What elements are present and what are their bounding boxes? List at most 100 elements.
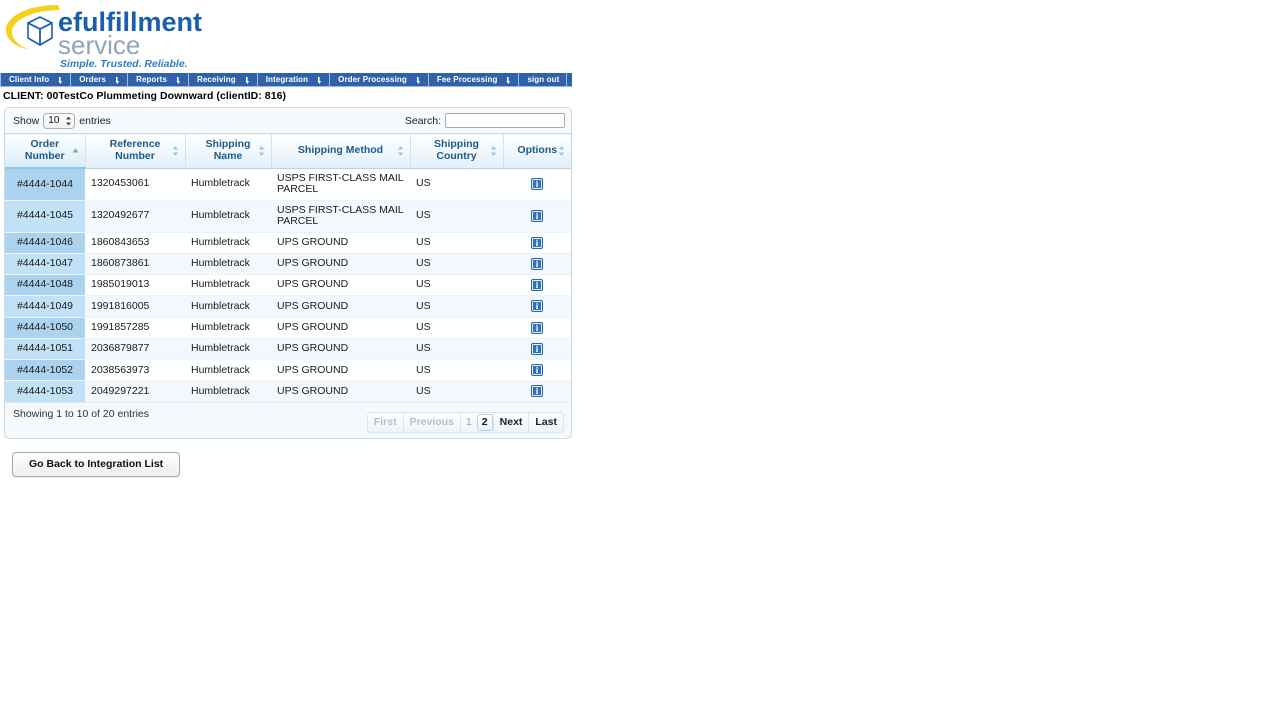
site-logo[interactable]: efulfillment service Simple. Trusted. Re…: [0, 0, 260, 72]
info-icon[interactable]: i: [531, 177, 543, 190]
info-icon[interactable]: i: [531, 257, 543, 270]
pagination-2[interactable]: 2: [476, 413, 493, 431]
nav-label: Receiving: [197, 74, 236, 84]
table-row[interactable]: #4444-1045 1320492677 Humbletrack USPS FIRS…: [5, 199, 571, 232]
cell-shipping-method: UPS GROUND: [271, 274, 410, 296]
cell-shipping-method: UPS GROUND: [271, 295, 410, 318]
cell-reference-number: 1985019013: [85, 274, 185, 296]
column-header-reference-number[interactable]: Reference Number: [84, 133, 185, 169]
cell-options: i: [503, 380, 571, 402]
info-icon[interactable]: i: [531, 300, 543, 313]
info-icon[interactable]: i: [531, 279, 543, 292]
page-length-select-wrap[interactable]: 102550100: [43, 112, 76, 129]
sort-both-icon: [258, 145, 265, 156]
info-icon[interactable]: i: [531, 236, 543, 249]
sort-both-icon: [172, 145, 179, 156]
pagination-first: First: [373, 415, 397, 428]
info-icon[interactable]: i: [531, 321, 543, 334]
nav-label: Orders: [79, 74, 107, 84]
cell-options: i: [503, 359, 571, 381]
search-control[interactable]: Search:: [405, 113, 565, 128]
client-header: CLIENT: 00TestCo Plummeting Downward (cl…: [3, 90, 287, 102]
column-header-options[interactable]: Options: [502, 133, 571, 169]
cell-reference-number: 2038563973: [85, 359, 185, 381]
cell-shipping-country: US: [410, 380, 503, 402]
nav-item-client-info[interactable]: Client Info: [0, 73, 72, 86]
nav-label: sign out: [527, 74, 560, 84]
pagination[interactable]: First Previous 1 2 Next Last: [366, 411, 564, 433]
cell-shipping-country: US: [410, 337, 503, 360]
table-body: #4444-1044 1320453061 Humbletrack USPS FIRS…: [5, 167, 571, 402]
info-icon[interactable]: i: [531, 342, 543, 355]
table-header-row: Order Number Reference Number Shipping N…: [5, 133, 571, 169]
pagination-next[interactable]: Next: [492, 412, 529, 432]
datatable-toolbar: Show 102550100 entries Search:: [5, 108, 571, 133]
table-row[interactable]: #4444-1048 1985019013 Humbletrack UPS GROUN…: [5, 274, 571, 296]
cell-order-number: #4444-1051: [5, 337, 85, 360]
cell-shipping-name: Humbletrack: [185, 316, 271, 339]
cell-shipping-country: US: [410, 295, 503, 318]
datatable-footer: Showing 1 to 10 of 20 entries First Previ…: [5, 401, 571, 438]
cell-options: i: [503, 295, 571, 318]
cell-shipping-name: Humbletrack: [185, 380, 271, 402]
cell-reference-number: 1320453061: [85, 167, 185, 200]
cell-reference-number: 1991816005: [85, 295, 185, 318]
column-label: Order Number: [24, 138, 65, 162]
table-row[interactable]: #4444-1051 2036879877 Humbletrack UPS GROUN…: [5, 337, 571, 360]
nav-item-fee-processing[interactable]: Fee Processing: [428, 73, 520, 86]
search-input[interactable]: [445, 113, 565, 128]
sort-both-icon: [490, 145, 497, 156]
page-length-select[interactable]: 102550100: [43, 112, 76, 129]
cell-shipping-method: USPS FIRST-CLASS MAIL PARCEL: [271, 199, 410, 232]
cell-shipping-name: Humbletrack: [185, 231, 271, 254]
page-length-control[interactable]: Show 102550100 entries: [13, 112, 111, 129]
cell-shipping-country: US: [410, 231, 503, 254]
table-row[interactable]: #4444-1046 1860843653 Humbletrack UPS GROUN…: [5, 231, 571, 254]
cell-order-number: #4444-1049: [5, 295, 85, 318]
cell-shipping-name: Humbletrack: [185, 167, 271, 200]
info-icon[interactable]: i: [531, 364, 543, 377]
table-row[interactable]: #4444-1050 1991857285 Humbletrack UPS GROUN…: [5, 316, 571, 339]
cell-shipping-country: US: [410, 359, 503, 381]
table-row[interactable]: #4444-1044 1320453061 Humbletrack USPS FIRS…: [5, 167, 571, 200]
cell-shipping-name: Humbletrack: [185, 252, 271, 275]
cell-reference-number: 1860843653: [85, 231, 185, 254]
cell-reference-number: 1320492677: [85, 199, 185, 232]
cell-shipping-name: Humbletrack: [185, 295, 271, 318]
chevron-down-icon: [115, 77, 120, 84]
nav-item-orders[interactable]: Orders: [71, 73, 129, 86]
go-back-to-integration-list-button[interactable]: Go Back to Integration List: [12, 451, 181, 477]
cell-order-number: #4444-1048: [5, 274, 85, 296]
column-header-shipping-method[interactable]: Shipping Method: [270, 133, 410, 169]
cell-reference-number: 2049297221: [85, 380, 185, 402]
table-header: Order Number Reference Number Shipping N…: [5, 133, 571, 169]
chevron-down-icon: [317, 77, 322, 84]
cell-order-number: #4444-1045: [5, 199, 85, 232]
info-icon[interactable]: i: [531, 209, 543, 222]
table-row[interactable]: #4444-1047 1860873861 Humbletrack UPS GROUN…: [5, 252, 571, 275]
info-icon[interactable]: i: [531, 385, 543, 398]
nav-item-reports[interactable]: Reports: [128, 73, 189, 86]
cell-shipping-method: UPS GROUND: [271, 316, 410, 339]
cell-options: i: [503, 231, 571, 254]
nav-item-integration[interactable]: Integration: [257, 73, 331, 86]
nav-item-sign-out[interactable]: sign out: [519, 73, 568, 86]
chevron-down-icon: [245, 77, 250, 84]
nav-item-receiving[interactable]: Receiving: [189, 73, 258, 86]
pagination-1[interactable]: 1: [459, 412, 477, 432]
column-header-shipping-country[interactable]: Shipping Country: [409, 133, 503, 169]
table-row[interactable]: #4444-1052 2038563973 Humbletrack UPS GROUN…: [5, 359, 571, 381]
table-row[interactable]: #4444-1049 1991816005 Humbletrack UPS GROUN…: [5, 295, 571, 318]
column-label: Options: [517, 144, 558, 157]
column-label: Reference Number: [109, 138, 161, 163]
orders-datatable: Show 102550100 entries Search: Or: [4, 107, 572, 439]
pagination-last[interactable]: Last: [528, 412, 563, 432]
cell-reference-number: 1860873861: [85, 252, 185, 275]
column-header-order-number[interactable]: Order Number: [5, 133, 85, 169]
main-navigation[interactable]: Client Info Orders Reports Receiving Int…: [0, 72, 572, 87]
nav-filler: [567, 73, 572, 86]
column-header-shipping-name[interactable]: Shipping Name: [184, 133, 271, 169]
nav-item-order-processing[interactable]: Order Processing: [330, 73, 429, 86]
chevron-down-icon: [58, 77, 63, 84]
table-row[interactable]: #4444-1053 2049297221 Humbletrack UPS GROUN…: [5, 380, 571, 402]
